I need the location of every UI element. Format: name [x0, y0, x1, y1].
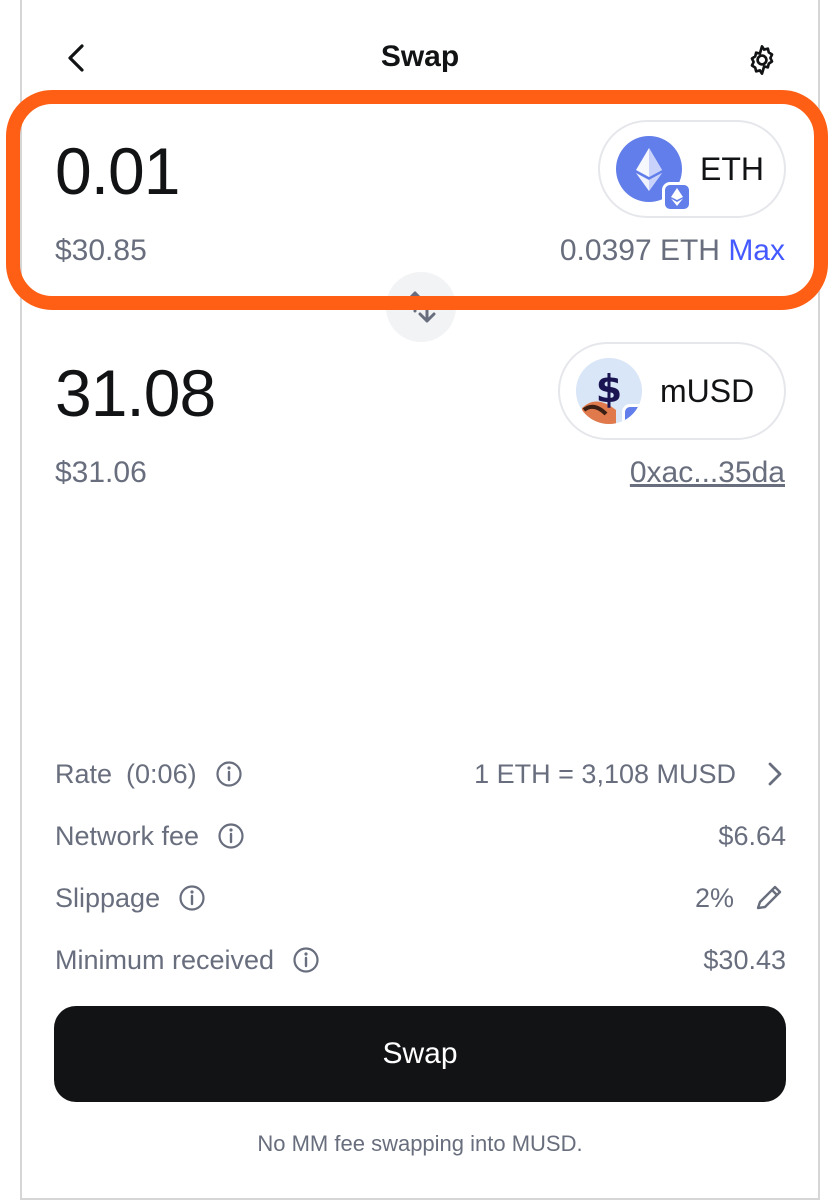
edit-pencil-icon[interactable]: [738, 883, 786, 913]
rate-timer: (0:06): [126, 758, 197, 789]
rate-value-button[interactable]: 1 ETH = 3,108 MUSD: [474, 759, 786, 790]
network-fee-label: Network fee: [55, 820, 200, 851]
musd-token-icon: $: [576, 358, 642, 424]
info-icon[interactable]: [292, 946, 320, 974]
settings-button[interactable]: [746, 44, 778, 76]
minimum-received-label: Minimum received: [55, 944, 275, 975]
gear-icon: [750, 45, 774, 75]
source-balance: 0.0397 ETH Max: [560, 234, 785, 268]
chevron-right-icon: [768, 762, 782, 786]
switch-tokens-button[interactable]: [386, 272, 456, 342]
destination-amount: 31.08: [55, 356, 216, 430]
source-token-symbol: ETH: [700, 150, 764, 187]
destination-token-symbol: mUSD: [660, 372, 755, 409]
ethereum-network-badge-icon: [662, 182, 692, 212]
slippage-value: 2%: [694, 882, 734, 913]
eth-token-icon: [616, 136, 692, 212]
rate-label: Rate: [55, 758, 113, 789]
ethereum-network-badge-icon: [622, 404, 642, 424]
swap-button[interactable]: Swap: [54, 1006, 786, 1102]
info-icon[interactable]: [178, 884, 206, 912]
info-icon[interactable]: [215, 760, 243, 788]
source-fiat-value: $30.85: [55, 234, 147, 267]
minimum-received-row: Minimum received $30.43: [55, 940, 786, 980]
source-balance-value: 0.0397 ETH: [559, 234, 720, 267]
max-button[interactable]: Max: [728, 234, 785, 267]
destination-fiat-value: $31.06: [55, 456, 147, 489]
source-amount-input[interactable]: 0.01: [55, 133, 180, 209]
svg-text:$: $: [596, 367, 622, 411]
minimum-received-value: $30.43: [703, 944, 786, 975]
slippage-label: Slippage: [55, 882, 161, 913]
fee-footnote: No MM fee swapping into MUSD.: [257, 1131, 583, 1156]
source-token-selector[interactable]: ETH: [598, 120, 786, 218]
page-title: Swap: [380, 40, 460, 73]
destination-token-selector[interactable]: $ mUSD: [558, 342, 786, 440]
rate-value: 1 ETH = 3,108 MUSD: [474, 758, 736, 789]
network-fee-value: $6.64: [718, 820, 786, 851]
info-icon[interactable]: [217, 822, 245, 850]
slippage-row: Slippage 2%: [55, 878, 786, 918]
swap-arrows-icon: [406, 291, 436, 323]
destination-address-link[interactable]: 0xac...35da: [630, 456, 785, 490]
network-fee-row: Network fee $6.64: [55, 816, 786, 856]
rate-row: Rate (0:06) 1 ETH = 3,108 MUSD: [55, 754, 786, 794]
